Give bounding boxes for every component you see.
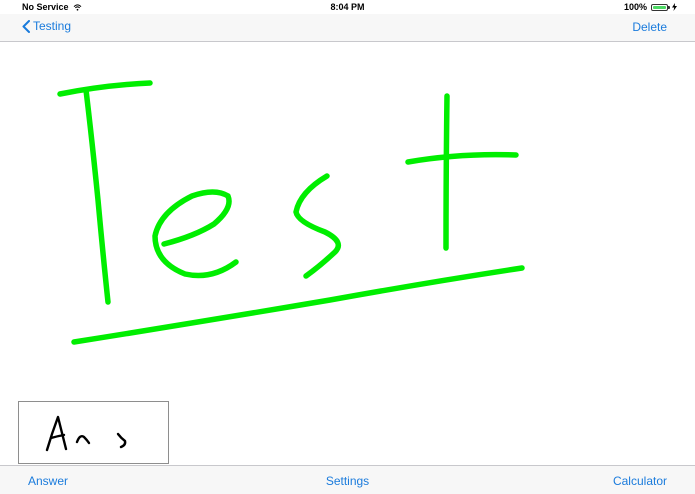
answer-box[interactable]: [18, 401, 169, 464]
battery-icon: [651, 3, 670, 11]
back-button-label: Testing: [33, 19, 72, 33]
charging-bolt-icon: [672, 3, 677, 11]
navigation-bar: Testing Delete: [0, 14, 695, 42]
answer-button[interactable]: Answer: [28, 474, 68, 488]
answer-stroke-n: [75, 434, 91, 445]
calculator-button[interactable]: Calculator: [613, 474, 667, 488]
bottom-toolbar: Answer Settings Calculator: [0, 465, 695, 494]
battery-percent: 100%: [623, 2, 647, 12]
status-right: 100%: [624, 2, 677, 12]
answer-handwriting: [45, 415, 127, 452]
stroke-s: [293, 173, 342, 279]
stroke-e: [152, 189, 239, 279]
stroke-underline: [71, 265, 525, 345]
settings-button[interactable]: Settings: [326, 474, 369, 488]
stroke-t2-stem: [443, 93, 450, 251]
delete-button[interactable]: Delete: [632, 20, 667, 34]
answer-stroke-s: [116, 432, 127, 449]
settings-button-container: Settings: [0, 474, 695, 488]
stroke-t2-bar: [405, 151, 519, 165]
stroke-t-bar: [57, 80, 153, 97]
answer-stroke-a: [45, 415, 68, 452]
status-bar: No Service 8:04 PM 100%: [0, 0, 695, 14]
chevron-left-icon: [22, 19, 30, 33]
back-button[interactable]: Testing: [22, 19, 71, 33]
status-time: 8:04 PM: [330, 2, 365, 12]
battery-fill: [653, 5, 666, 9]
stroke-t-stem: [83, 87, 111, 305]
